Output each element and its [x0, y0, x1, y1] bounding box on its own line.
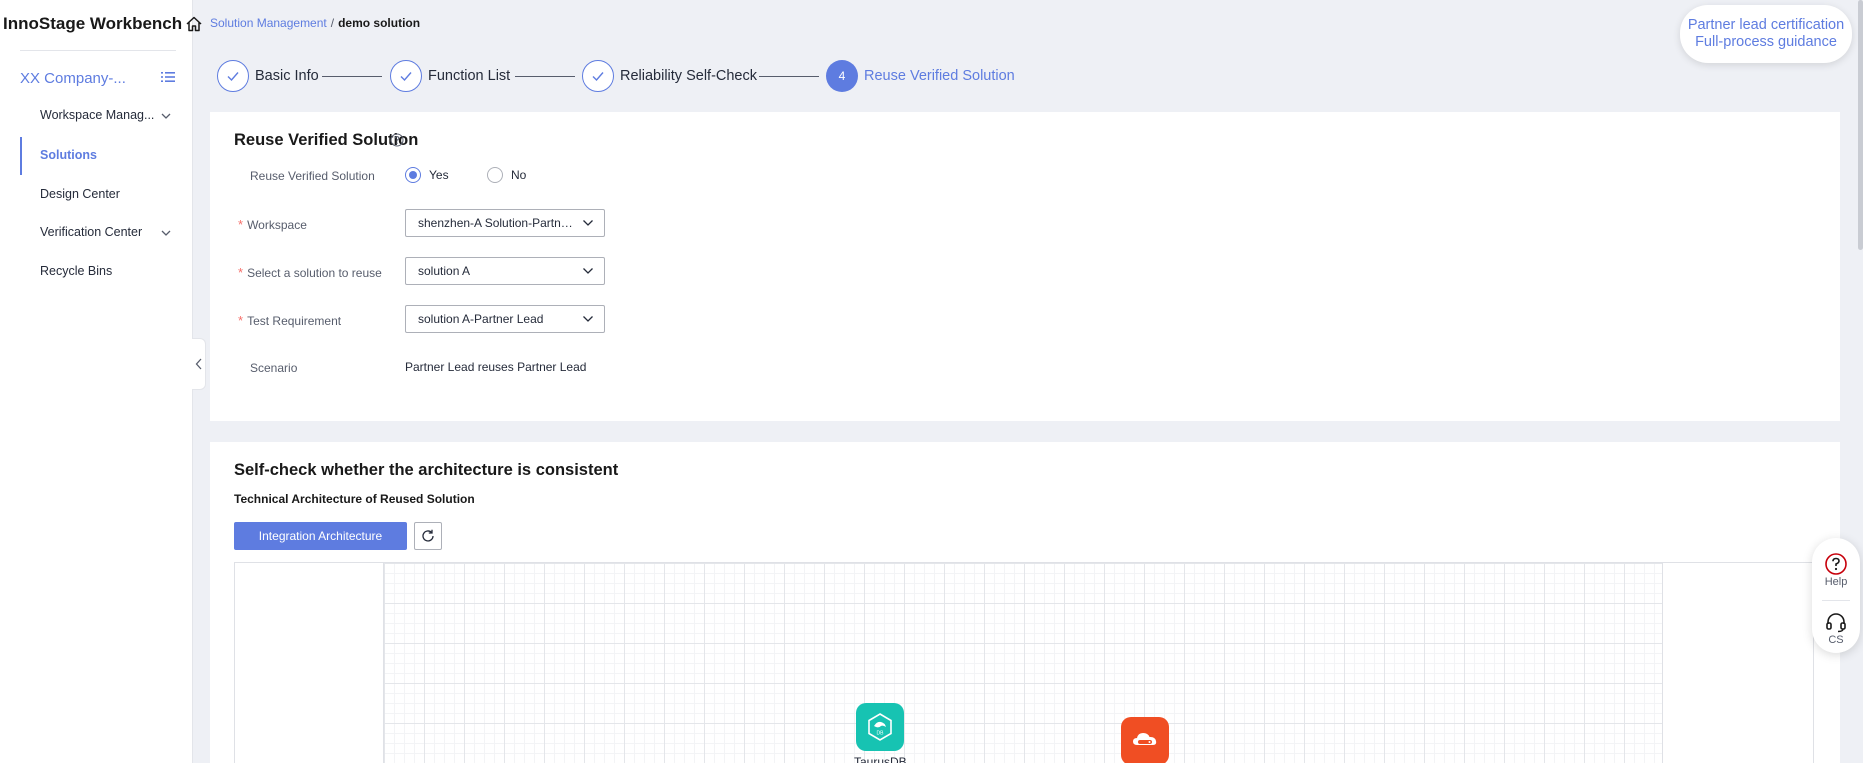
- app-brand[interactable]: InnoStage Workbench: [3, 14, 203, 34]
- chevron-down-icon: [583, 316, 593, 322]
- taurusdb-icon: DB: [856, 703, 905, 751]
- refresh-button[interactable]: [414, 522, 442, 550]
- step-label: Basic Info: [255, 68, 319, 84]
- sidebar-item-workspace-management[interactable]: Workspace Manag...: [40, 108, 154, 122]
- solution-select[interactable]: solution A: [405, 257, 605, 285]
- partner-guidance-button[interactable]: Partner lead certification Full-process …: [1680, 5, 1852, 63]
- step-number: 4: [826, 60, 858, 92]
- architecture-card: Self-check whether the architecture is c…: [210, 442, 1840, 763]
- workspace-label: * Workspace: [238, 217, 307, 232]
- integration-architecture-button[interactable]: Integration Architecture: [234, 522, 407, 550]
- step-connector: [322, 76, 382, 77]
- radio-no[interactable]: No: [487, 167, 526, 183]
- workspace-select[interactable]: shenzhen-A Solution-Partner Lead: [405, 209, 605, 237]
- chevron-down-icon: [583, 268, 593, 274]
- reuse-label: Reuse Verified Solution: [250, 169, 375, 183]
- sidebar-collapse-button[interactable]: [192, 338, 206, 390]
- node-cloud-service[interactable]: [1121, 717, 1169, 763]
- app-title: InnoStage Workbench: [3, 14, 183, 33]
- solution-label: * Select a solution to reuse: [238, 265, 382, 280]
- breadcrumb-current: demo solution: [338, 16, 421, 30]
- guide-line-1: Partner lead certification: [1687, 17, 1845, 33]
- list-icon[interactable]: [160, 69, 176, 85]
- step-reuse-verified-solution[interactable]: 4 Reuse Verified Solution: [826, 59, 1015, 93]
- company-selector[interactable]: XX Company-...: [20, 70, 126, 87]
- breadcrumb: Solution Management / demo solution: [210, 16, 420, 30]
- radio-selected-icon: [405, 167, 421, 183]
- help-label: Help: [1824, 576, 1848, 588]
- cs-label: CS: [1828, 634, 1844, 646]
- sidebar: InnoStage Workbench XX Company-... Works…: [0, 0, 202, 763]
- headset-icon: [1826, 613, 1846, 633]
- step-basic-info[interactable]: Basic Info: [217, 59, 319, 93]
- check-icon: [582, 60, 614, 92]
- step-connector: [515, 76, 575, 77]
- scenario-value: Partner Lead reuses Partner Lead: [405, 360, 587, 374]
- page-scrollbar[interactable]: [1858, 0, 1863, 250]
- svg-text:DB: DB: [877, 731, 885, 737]
- step-label: Reliability Self-Check: [620, 68, 757, 84]
- test-requirement-value: solution A-Partner Lead: [418, 312, 544, 326]
- workspace-value: shenzhen-A Solution-Partner Lead: [418, 216, 602, 230]
- breadcrumb-separator: /: [330, 16, 335, 30]
- test-requirement-label-text: Test Requirement: [247, 314, 342, 328]
- canvas-grid: DB TaurusDB: [383, 563, 1663, 763]
- node-taurusdb[interactable]: DB TaurusDB: [854, 703, 907, 763]
- step-function-list[interactable]: Function List: [390, 59, 510, 93]
- home-icon[interactable]: [185, 15, 203, 33]
- required-asterisk: *: [238, 217, 244, 232]
- step-reliability-self-check[interactable]: Reliability Self-Check: [582, 59, 757, 93]
- chevron-down-icon[interactable]: [160, 110, 172, 122]
- chevron-down-icon: [583, 220, 593, 226]
- sidebar-item-design-center[interactable]: Design Center: [40, 187, 120, 201]
- radio-no-label: No: [511, 168, 527, 182]
- solution-label-text: Select a solution to reuse: [247, 266, 382, 280]
- step-label: Function List: [428, 68, 511, 84]
- workspace-label-text: Workspace: [247, 218, 307, 232]
- chevron-down-icon[interactable]: [160, 227, 172, 239]
- step-label: Reuse Verified Solution: [864, 68, 1015, 84]
- required-asterisk: *: [238, 313, 244, 328]
- radio-yes[interactable]: Yes: [405, 167, 449, 183]
- breadcrumb-parent-link[interactable]: Solution Management: [210, 16, 327, 30]
- test-requirement-label: * Test Requirement: [238, 313, 341, 328]
- step-connector: [759, 76, 819, 77]
- solution-value: solution A: [418, 264, 471, 278]
- architecture-canvas[interactable]: DB TaurusDB: [234, 562, 1814, 763]
- help-circle-icon: [1825, 553, 1847, 575]
- refresh-icon: [422, 529, 434, 542]
- reuse-solution-card: Reuse Verified Solution Reuse Verified S…: [210, 112, 1840, 421]
- chevron-left-icon: [195, 358, 201, 370]
- sidebar-item-verification-center[interactable]: Verification Center: [40, 225, 142, 239]
- help-circle-icon[interactable]: [390, 133, 404, 147]
- radio-yes-label: Yes: [429, 168, 449, 182]
- scenario-label: Scenario: [250, 361, 298, 375]
- sidebar-item-recycle-bins[interactable]: Recycle Bins: [40, 264, 112, 278]
- sidebar-divider: [20, 50, 176, 51]
- node-label: TaurusDB: [854, 755, 907, 763]
- radio-unselected-icon: [487, 167, 503, 183]
- required-asterisk: *: [238, 265, 244, 280]
- guide-line-2: Full-process guidance: [1695, 34, 1837, 50]
- check-icon: [217, 60, 249, 92]
- architecture-subtitle: Technical Architecture of Reused Solutio…: [234, 492, 475, 506]
- sidebar-item-solutions[interactable]: Solutions: [40, 148, 97, 162]
- test-requirement-select[interactable]: solution A-Partner Lead: [405, 305, 605, 333]
- check-icon: [390, 60, 422, 92]
- floating-help-panel: Help CS: [1812, 538, 1860, 653]
- help-button[interactable]: Help: [1812, 552, 1860, 588]
- architecture-title: Self-check whether the architecture is c…: [234, 461, 619, 479]
- customer-service-button[interactable]: CS: [1812, 610, 1860, 646]
- cloud-service-icon: [1121, 717, 1169, 763]
- active-indicator: [20, 137, 22, 175]
- panel-divider: [1822, 600, 1850, 601]
